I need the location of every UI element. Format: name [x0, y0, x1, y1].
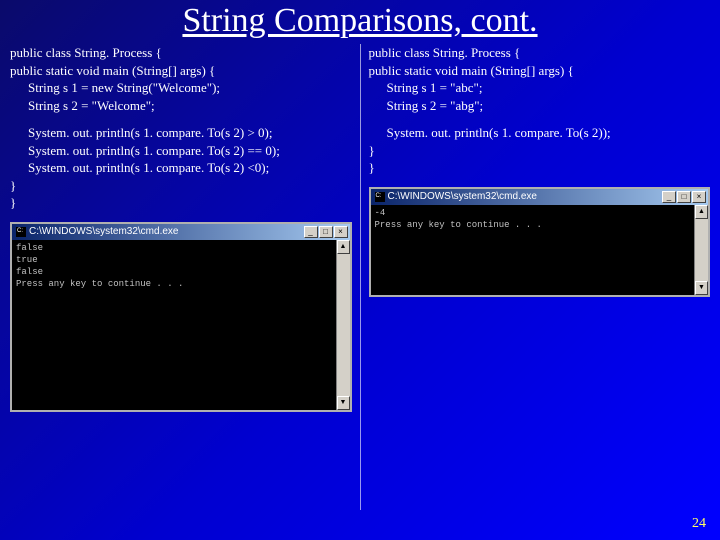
code-line: String s 2 = "abg"; — [369, 97, 711, 115]
left-column: public class String. Process { public st… — [10, 44, 361, 510]
code-line: public class String. Process { — [10, 44, 352, 62]
cmd-icon — [16, 227, 26, 237]
code-line: String s 1 = new String("Welcome"); — [10, 79, 352, 97]
console-output: false true false Press any key to contin… — [12, 240, 336, 410]
console-body-wrap: -4 Press any key to continue . . . ▲ ▼ — [371, 205, 709, 295]
code-line: public static void main (String[] args) … — [10, 62, 352, 80]
minimize-button[interactable]: _ — [662, 191, 676, 203]
code-line: } — [369, 142, 711, 160]
scroll-up-button[interactable]: ▲ — [695, 205, 708, 219]
left-code-block: public class String. Process { public st… — [10, 44, 352, 212]
maximize-button[interactable]: □ — [677, 191, 691, 203]
slide-title: String Comparisons, cont. — [0, 0, 720, 40]
vertical-scrollbar[interactable]: ▲ ▼ — [694, 205, 708, 295]
blank-line — [369, 114, 711, 124]
console-titlebar: C:\WINDOWS\system32\cmd.exe _ □ × — [12, 224, 350, 240]
code-line: public static void main (String[] args) … — [369, 62, 711, 80]
code-line: System. out. println(s 1. compare. To(s … — [10, 142, 352, 160]
maximize-button[interactable]: □ — [319, 226, 333, 238]
console-title: C:\WINDOWS\system32\cmd.exe — [373, 190, 537, 204]
scroll-up-button[interactable]: ▲ — [337, 240, 350, 254]
console-title-text: C:\WINDOWS\system32\cmd.exe — [388, 190, 537, 204]
code-line: String s 1 = "abc"; — [369, 79, 711, 97]
close-button[interactable]: × — [692, 191, 706, 203]
console-titlebar: C:\WINDOWS\system32\cmd.exe _ □ × — [371, 189, 709, 205]
code-line: System. out. println(s 1. compare. To(s … — [10, 124, 352, 142]
code-line: } — [10, 177, 352, 195]
content-columns: public class String. Process { public st… — [0, 40, 720, 510]
page-number: 24 — [692, 516, 706, 532]
minimize-button[interactable]: _ — [304, 226, 318, 238]
right-console-window: C:\WINDOWS\system32\cmd.exe _ □ × -4 Pre… — [369, 187, 711, 297]
scroll-down-button[interactable]: ▼ — [337, 396, 350, 410]
left-console-window: C:\WINDOWS\system32\cmd.exe _ □ × false … — [10, 222, 352, 412]
vertical-scrollbar[interactable]: ▲ ▼ — [336, 240, 350, 410]
window-buttons: _ □ × — [662, 191, 706, 203]
code-line: public class String. Process { — [369, 44, 711, 62]
code-line: } — [369, 159, 711, 177]
right-code-block: public class String. Process { public st… — [369, 44, 711, 177]
right-column: public class String. Process { public st… — [361, 44, 711, 510]
window-buttons: _ □ × — [304, 226, 348, 238]
blank-line — [10, 114, 352, 124]
console-title: C:\WINDOWS\system32\cmd.exe — [14, 225, 178, 239]
console-title-text: C:\WINDOWS\system32\cmd.exe — [29, 225, 178, 239]
close-button[interactable]: × — [334, 226, 348, 238]
code-line: System. out. println(s 1. compare. To(s … — [369, 124, 711, 142]
code-line: } — [10, 194, 352, 212]
code-line: String s 2 = "Welcome"; — [10, 97, 352, 115]
cmd-icon — [375, 192, 385, 202]
console-body-wrap: false true false Press any key to contin… — [12, 240, 350, 410]
code-line: System. out. println(s 1. compare. To(s … — [10, 159, 352, 177]
console-output: -4 Press any key to continue . . . — [371, 205, 695, 295]
scroll-down-button[interactable]: ▼ — [695, 281, 708, 295]
